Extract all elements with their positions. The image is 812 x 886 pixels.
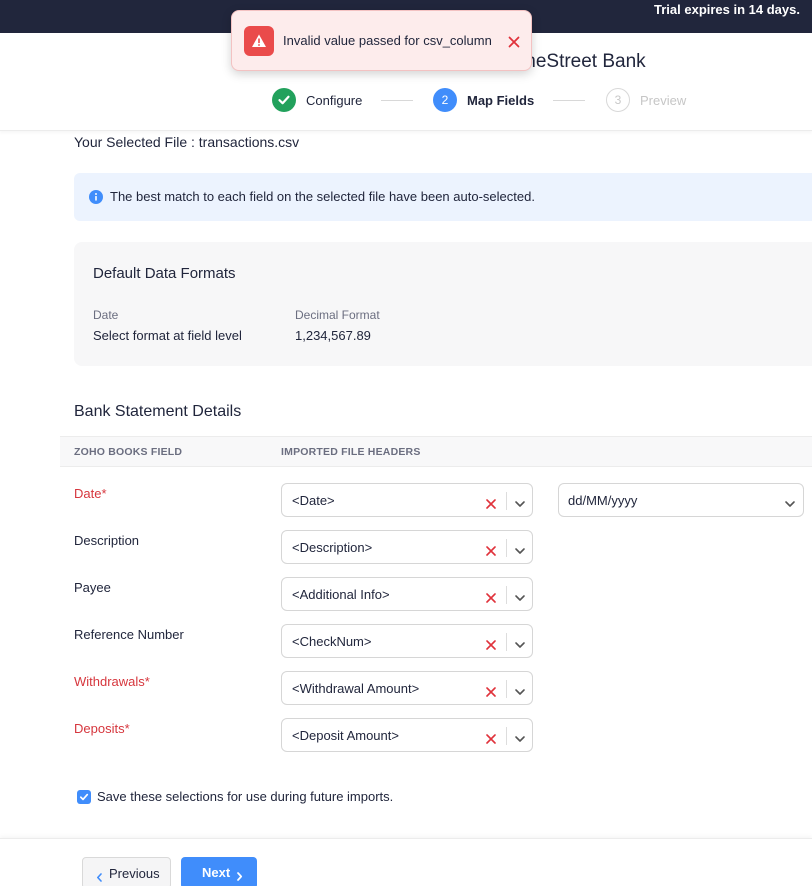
step-configure[interactable]: Configure: [272, 88, 362, 112]
step-label: Preview: [640, 92, 687, 108]
decimal-format-value: 1,234,567.89: [295, 328, 371, 343]
step-number: 3: [606, 88, 630, 112]
select-value: <CheckNum>: [292, 634, 372, 649]
select-divider: [506, 680, 507, 698]
clear-icon[interactable]: [486, 496, 496, 509]
select-divider: [506, 539, 507, 557]
trial-expiry-text[interactable]: Trial expires in 14 days.: [654, 2, 800, 17]
chevron-down-icon[interactable]: [514, 590, 526, 601]
chevron-down-icon[interactable]: [514, 731, 526, 742]
mapping-table-header: ZOHO BOOKS FIELD IMPORTED FILE HEADERS: [60, 436, 812, 467]
error-toast: Invalid value passed for csv_column: [231, 10, 532, 71]
previous-button-label: Previous: [109, 866, 160, 881]
decimal-format-label: Decimal Format: [295, 308, 380, 322]
field-label-reference-number: Reference Number: [74, 627, 184, 642]
select-value: dd/MM/yyyy: [568, 493, 638, 508]
clear-icon[interactable]: [486, 637, 496, 650]
select-divider: [506, 492, 507, 510]
field-label-withdrawals: Withdrawals*: [74, 674, 150, 689]
page-title: meStreet Bank: [520, 51, 646, 72]
select-value: <Deposit Amount>: [292, 728, 399, 743]
chevron-left-icon: [96, 870, 103, 882]
select-value: <Description>: [292, 540, 373, 555]
chevron-down-icon[interactable]: [514, 496, 526, 507]
chevron-down-icon[interactable]: [514, 684, 526, 695]
description-header-select[interactable]: <Description>: [281, 530, 533, 564]
bank-statement-title: Bank Statement Details: [74, 403, 242, 420]
close-icon[interactable]: [508, 35, 520, 48]
reference-number-header-select[interactable]: <CheckNum>: [281, 624, 533, 658]
chevron-down-icon[interactable]: [514, 637, 526, 648]
step-map-fields[interactable]: 2 Map Fields: [433, 88, 534, 112]
warning-icon: [244, 26, 274, 56]
date-format-value: Select format at field level: [93, 328, 242, 343]
date-format-select[interactable]: dd/MM/yyyy: [558, 483, 804, 517]
field-label-payee: Payee: [74, 580, 111, 595]
select-divider: [506, 727, 507, 745]
step-connector: [553, 100, 585, 101]
info-banner-text: The best match to each field on the sele…: [110, 189, 535, 204]
selected-file-name: transactions.csv: [198, 134, 300, 150]
chevron-down-icon[interactable]: [514, 543, 526, 554]
select-divider: [506, 633, 507, 651]
withdrawals-header-select[interactable]: <Withdrawal Amount>: [281, 671, 533, 705]
toast-message: Invalid value passed for csv_column: [283, 33, 492, 48]
step-label: Map Fields: [467, 92, 535, 108]
clear-icon[interactable]: [486, 543, 496, 556]
col-zoho-books-field: ZOHO BOOKS FIELD: [74, 446, 183, 458]
previous-button[interactable]: Previous: [82, 857, 171, 886]
step-number: 2: [433, 88, 457, 112]
select-value: <Additional Info>: [292, 587, 390, 602]
select-value: <Date>: [292, 493, 335, 508]
field-label-description: Description: [74, 533, 140, 548]
chevron-right-icon: [236, 869, 243, 881]
select-value: <Withdrawal Amount>: [292, 681, 420, 696]
import-stepper: Configure 2 Map Fields 3 Preview: [272, 88, 712, 112]
clear-icon[interactable]: [486, 684, 496, 697]
footer-bar: Previous Next: [0, 838, 812, 886]
chevron-down-icon[interactable]: [784, 496, 796, 507]
default-formats-title: Default Data Formats: [93, 265, 236, 282]
save-selections-label[interactable]: Save these selections for use during fut…: [97, 789, 393, 804]
select-divider: [506, 586, 507, 604]
field-label-date: Date*: [74, 486, 107, 501]
save-selections-checkbox[interactable]: [77, 790, 91, 804]
field-label-deposits: Deposits*: [74, 721, 130, 736]
date-format-label: Date: [93, 308, 119, 322]
clear-icon[interactable]: [486, 731, 496, 744]
payee-header-select[interactable]: <Additional Info>: [281, 577, 533, 611]
next-button[interactable]: Next: [181, 857, 257, 886]
default-data-formats: Default Data Formats Date Select format …: [74, 242, 812, 366]
selected-file-label: Your Selected File :: [74, 134, 195, 150]
next-button-label: Next: [202, 865, 231, 880]
info-banner: The best match to each field on the sele…: [74, 173, 812, 221]
clear-icon[interactable]: [486, 590, 496, 603]
selected-file: Your Selected File : transactions.csv: [74, 134, 299, 150]
step-label: Configure: [306, 92, 363, 108]
deposits-header-select[interactable]: <Deposit Amount>: [281, 718, 533, 752]
date-header-select[interactable]: <Date>: [281, 483, 533, 517]
step-connector: [381, 100, 413, 101]
check-circle-icon: [272, 88, 296, 112]
info-icon: [89, 190, 103, 204]
col-imported-file-headers: IMPORTED FILE HEADERS: [281, 446, 421, 458]
step-preview: 3 Preview: [606, 88, 686, 112]
